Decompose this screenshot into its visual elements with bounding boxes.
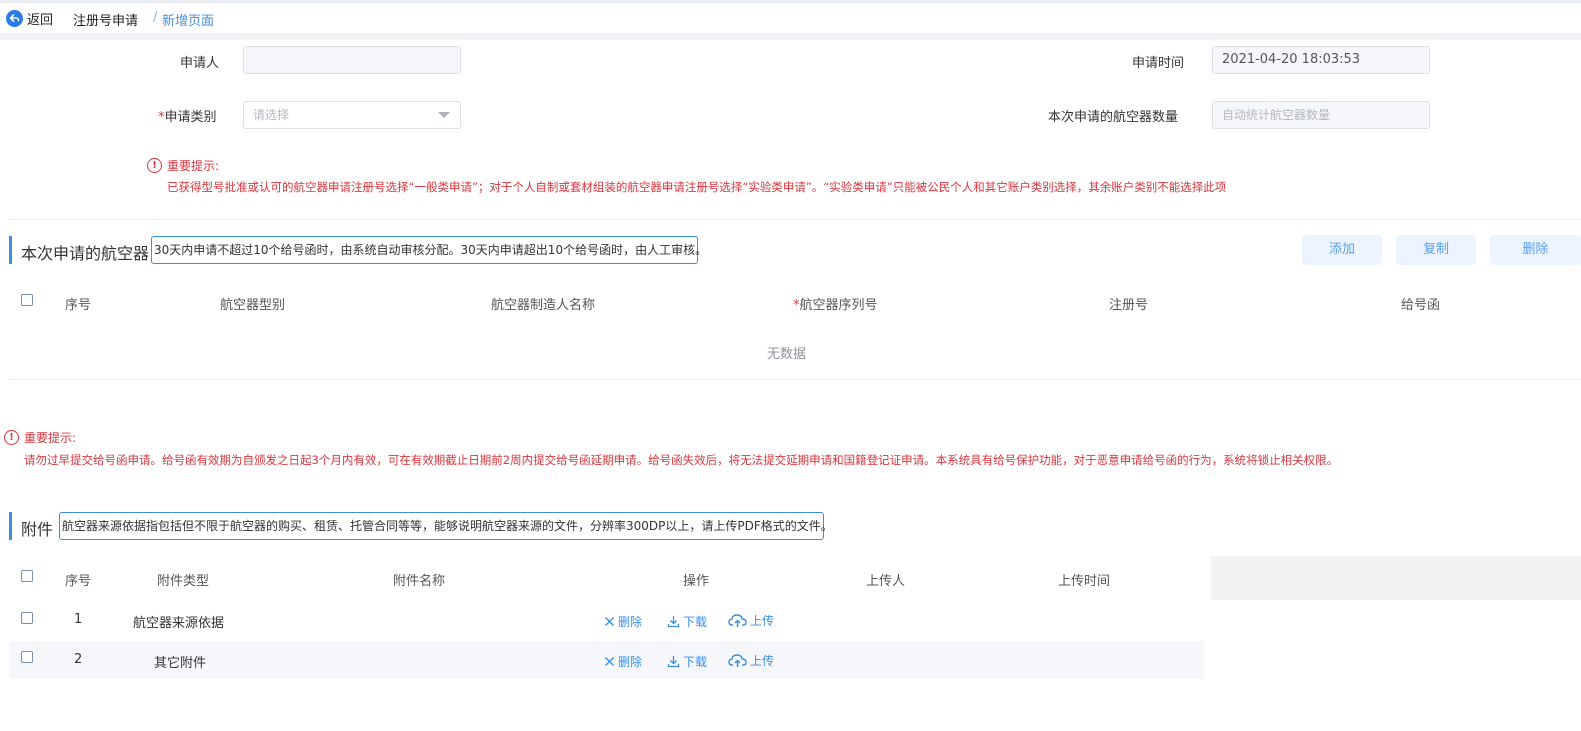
row-download-label: 下载 [683,615,708,629]
attachment-col-uploader: 上传人 [866,574,906,589]
row-checkbox[interactable] [21,612,33,624]
add-aircraft-button[interactable]: 添加 [1302,235,1382,265]
applicant-label: 申请人 [180,56,220,71]
attachment-header-filler [1211,556,1581,600]
aircraft-col-serial: *航空器序列号 [793,294,878,313]
row-delete-label: 删除 [618,655,643,669]
attachment-col-name: 附件名称 [393,574,446,589]
row-download-label: 下载 [683,655,708,669]
breadcrumb-current: 新增页面 [162,14,215,29]
aircraft-col-serial-text: 航空器序列号 [799,298,878,313]
attachment-col-upload-time: 上传时间 [1058,574,1111,589]
page-header: 返回 注册号申请 / 新增页面 [0,3,1581,33]
header-divider-band [0,33,1581,40]
aircraft-section-title: 本次申请的航空器 [21,244,150,263]
attachment-col-type: 附件类型 [157,574,210,589]
attachment-col-ops: 操作 [683,574,710,589]
aircraft-table-bottom-border [9,379,1581,380]
download-icon [667,656,680,668]
type-label: *申请类别 [158,106,217,125]
row-delete-label: 删除 [618,615,643,629]
aircraft-col-model: 航空器型别 [220,298,286,313]
notice1-body: 已获得型号批准或认可的航空器申请注册号选择“一般类申请”；对于个人自制或套材组装… [167,180,1227,194]
delete-aircraft-button[interactable]: 删除 [1490,235,1581,265]
row-checkbox[interactable] [21,651,33,663]
back-arrow-icon [6,9,23,27]
attachment-section-tip: 航空器来源依据指包括但不限于航空器的购买、租赁、托管合同等等，能够说明航空器来源… [59,512,833,540]
aircraft-count-input[interactable]: 自动统计航空器数量 [1212,101,1430,129]
apply-time-label: 申请时间 [1132,56,1185,71]
attachment-select-all-checkbox[interactable] [21,570,33,582]
row-download-button[interactable]: 下载 [667,653,707,670]
aircraft-col-letter: 给号函 [1401,298,1441,313]
notice2-body: 请勿过早提交给号函申请。给号函有效期为自颁发之日起3个月内有效，可在有效期截止日… [24,453,1339,467]
row-upload-label: 上传 [750,654,775,668]
warning-circle-icon: ! [4,430,19,445]
copy-aircraft-button[interactable]: 复制 [1396,235,1476,265]
type-select-placeholder: 请选择 [253,108,290,122]
caret-down-icon [438,112,450,118]
aircraft-col-index: 序号 [65,298,92,313]
row-upload-label: 上传 [750,614,775,628]
row-download-button[interactable]: 下载 [667,613,707,630]
aircraft-col-reg-no: 注册号 [1109,298,1149,313]
aircraft-count-label: 本次申请的航空器数量 [1048,110,1179,125]
cloud-upload-icon [728,654,747,667]
row-index: 1 [74,612,83,627]
row-type: 航空器来源依据 [133,616,225,631]
applicant-input[interactable] [243,46,461,74]
breadcrumb-separator: / [153,10,158,25]
row-delete-button[interactable]: 删除 [604,653,642,670]
row-type: 其它附件 [154,656,207,671]
aircraft-col-manufacturer: 航空器制造人名称 [491,298,596,313]
apply-time-input[interactable]: 2021-04-20 18:03:53 [1212,46,1430,74]
aircraft-empty-text: 无数据 [767,347,807,362]
row-index: 2 [74,652,83,667]
notice1-title: 重要提示: [167,159,220,173]
section-accent-bar [9,236,12,264]
row-upload-button[interactable]: 上传 [728,612,774,629]
row-upload-button[interactable]: 上传 [728,652,774,669]
aircraft-section-tip: 30天内申请不超过10个给号函时，由系统自动审核分配。30天内申请超出10个给号… [151,236,707,264]
attachment-col-index: 序号 [65,574,92,589]
type-select[interactable]: 请选择 [243,101,461,129]
close-icon [605,617,614,626]
breadcrumb-parent[interactable]: 注册号申请 [73,10,138,29]
close-icon [605,657,614,666]
section-divider [9,219,1581,220]
download-icon [667,616,680,628]
section-accent-bar [9,512,12,540]
warning-circle-icon: ! [147,158,162,173]
type-label-text: 申请类别 [164,110,217,125]
cloud-upload-icon [728,614,747,627]
back-label: 返回 [27,12,54,28]
row-delete-button[interactable]: 删除 [604,613,642,630]
notice2-title: 重要提示: [24,431,77,445]
attachment-section-title: 附件 [21,520,54,539]
aircraft-select-all-checkbox[interactable] [21,294,33,306]
back-button[interactable]: 返回 [6,9,54,28]
